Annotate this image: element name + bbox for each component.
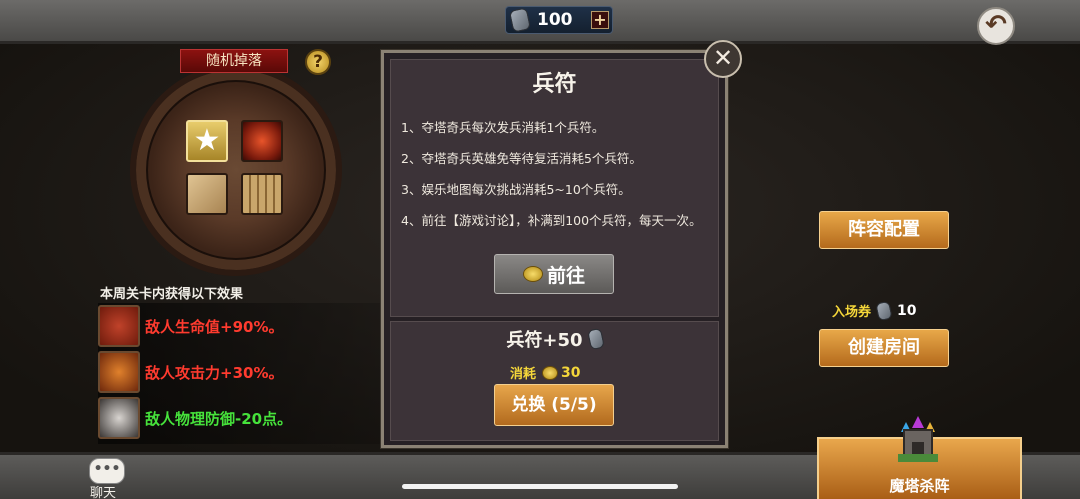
cost-label: 消耗 bbox=[510, 367, 537, 382]
enemy-hp-icon bbox=[98, 305, 140, 347]
random-drop-title: 随机掉落 bbox=[180, 49, 288, 73]
ticket-label: 入场券 bbox=[832, 305, 872, 320]
token-icon bbox=[508, 7, 532, 33]
enemy-attack-icon bbox=[98, 351, 140, 393]
rule-item: 2、夺塔奇兵英雄免等待复活消耗5个兵符。 bbox=[401, 151, 642, 166]
gold-coins-icon bbox=[542, 365, 559, 380]
exchange-cost: 消耗 30 bbox=[510, 363, 581, 383]
goto-button[interactable]: 前往 bbox=[494, 254, 614, 294]
drop-disc bbox=[130, 64, 342, 276]
drop-slot-star[interactable]: ★ bbox=[186, 120, 228, 162]
enemy-defense-icon bbox=[98, 397, 140, 439]
add-token-button[interactable]: + bbox=[591, 11, 609, 29]
ticket-value: 10 bbox=[897, 302, 917, 319]
effect-item: 敌人物理防御-20点。 bbox=[98, 397, 292, 439]
dialog-title: 兵符 bbox=[532, 72, 577, 97]
effects-list: 敌人生命值+90%。 敌人攻击力+30%。 敌人物理防御-20点。 bbox=[98, 303, 388, 444]
token-count: 100 bbox=[537, 10, 573, 30]
drop-slot-book[interactable] bbox=[241, 173, 283, 215]
effects-title: 本周关卡内获得以下效果 bbox=[100, 287, 244, 302]
chat-icon[interactable]: ••• bbox=[89, 458, 125, 484]
effect-label: 敌人物理防御-20点。 bbox=[145, 409, 293, 428]
token-icon bbox=[875, 300, 893, 321]
rule-item: 3、娱乐地图每次挑战消耗5~10个兵符。 bbox=[401, 182, 631, 197]
help-icon[interactable]: ? bbox=[305, 49, 331, 75]
exchange-reward: 兵符+50 bbox=[381, 326, 728, 352]
effect-item: 敌人攻击力+30%。 bbox=[98, 351, 283, 393]
create-room-button[interactable]: 创建房间 bbox=[819, 329, 949, 367]
formation-config-button[interactable]: 阵容配置 bbox=[819, 211, 949, 249]
token-currency-display: 100 + bbox=[505, 6, 613, 34]
drop-slot-scroll[interactable] bbox=[186, 173, 228, 215]
effect-label: 敌人攻击力+30%。 bbox=[145, 363, 284, 382]
entry-ticket: 入场券 10 bbox=[832, 300, 917, 321]
rule-item: 1、夺塔奇兵每次发兵消耗1个兵符。 bbox=[401, 120, 605, 135]
effect-item: 敌人生命值+90%。 bbox=[98, 305, 283, 347]
token-icon bbox=[586, 327, 605, 351]
exchange-button[interactable]: 兑换 (5/5) bbox=[494, 384, 614, 426]
coins-icon bbox=[522, 266, 543, 282]
back-button[interactable]: ↶ bbox=[977, 7, 1015, 45]
reward-label: 兵符+50 bbox=[506, 330, 583, 351]
goto-label: 前往 bbox=[546, 264, 585, 287]
tower-mode-label: 魔塔杀阵 bbox=[889, 477, 950, 495]
home-indicator[interactable] bbox=[402, 484, 678, 489]
effect-label: 敌人生命值+90%。 bbox=[145, 317, 284, 336]
chat-label[interactable]: 聊天 bbox=[90, 482, 116, 499]
drop-slot-gem[interactable] bbox=[241, 120, 283, 162]
star-icon: ★ bbox=[193, 123, 221, 158]
tower-icon bbox=[898, 416, 938, 462]
rule-item: 4、前往【游戏讨论】，补满到100个兵符，每天一次。 bbox=[401, 213, 702, 228]
cost-value: 30 bbox=[561, 364, 581, 381]
